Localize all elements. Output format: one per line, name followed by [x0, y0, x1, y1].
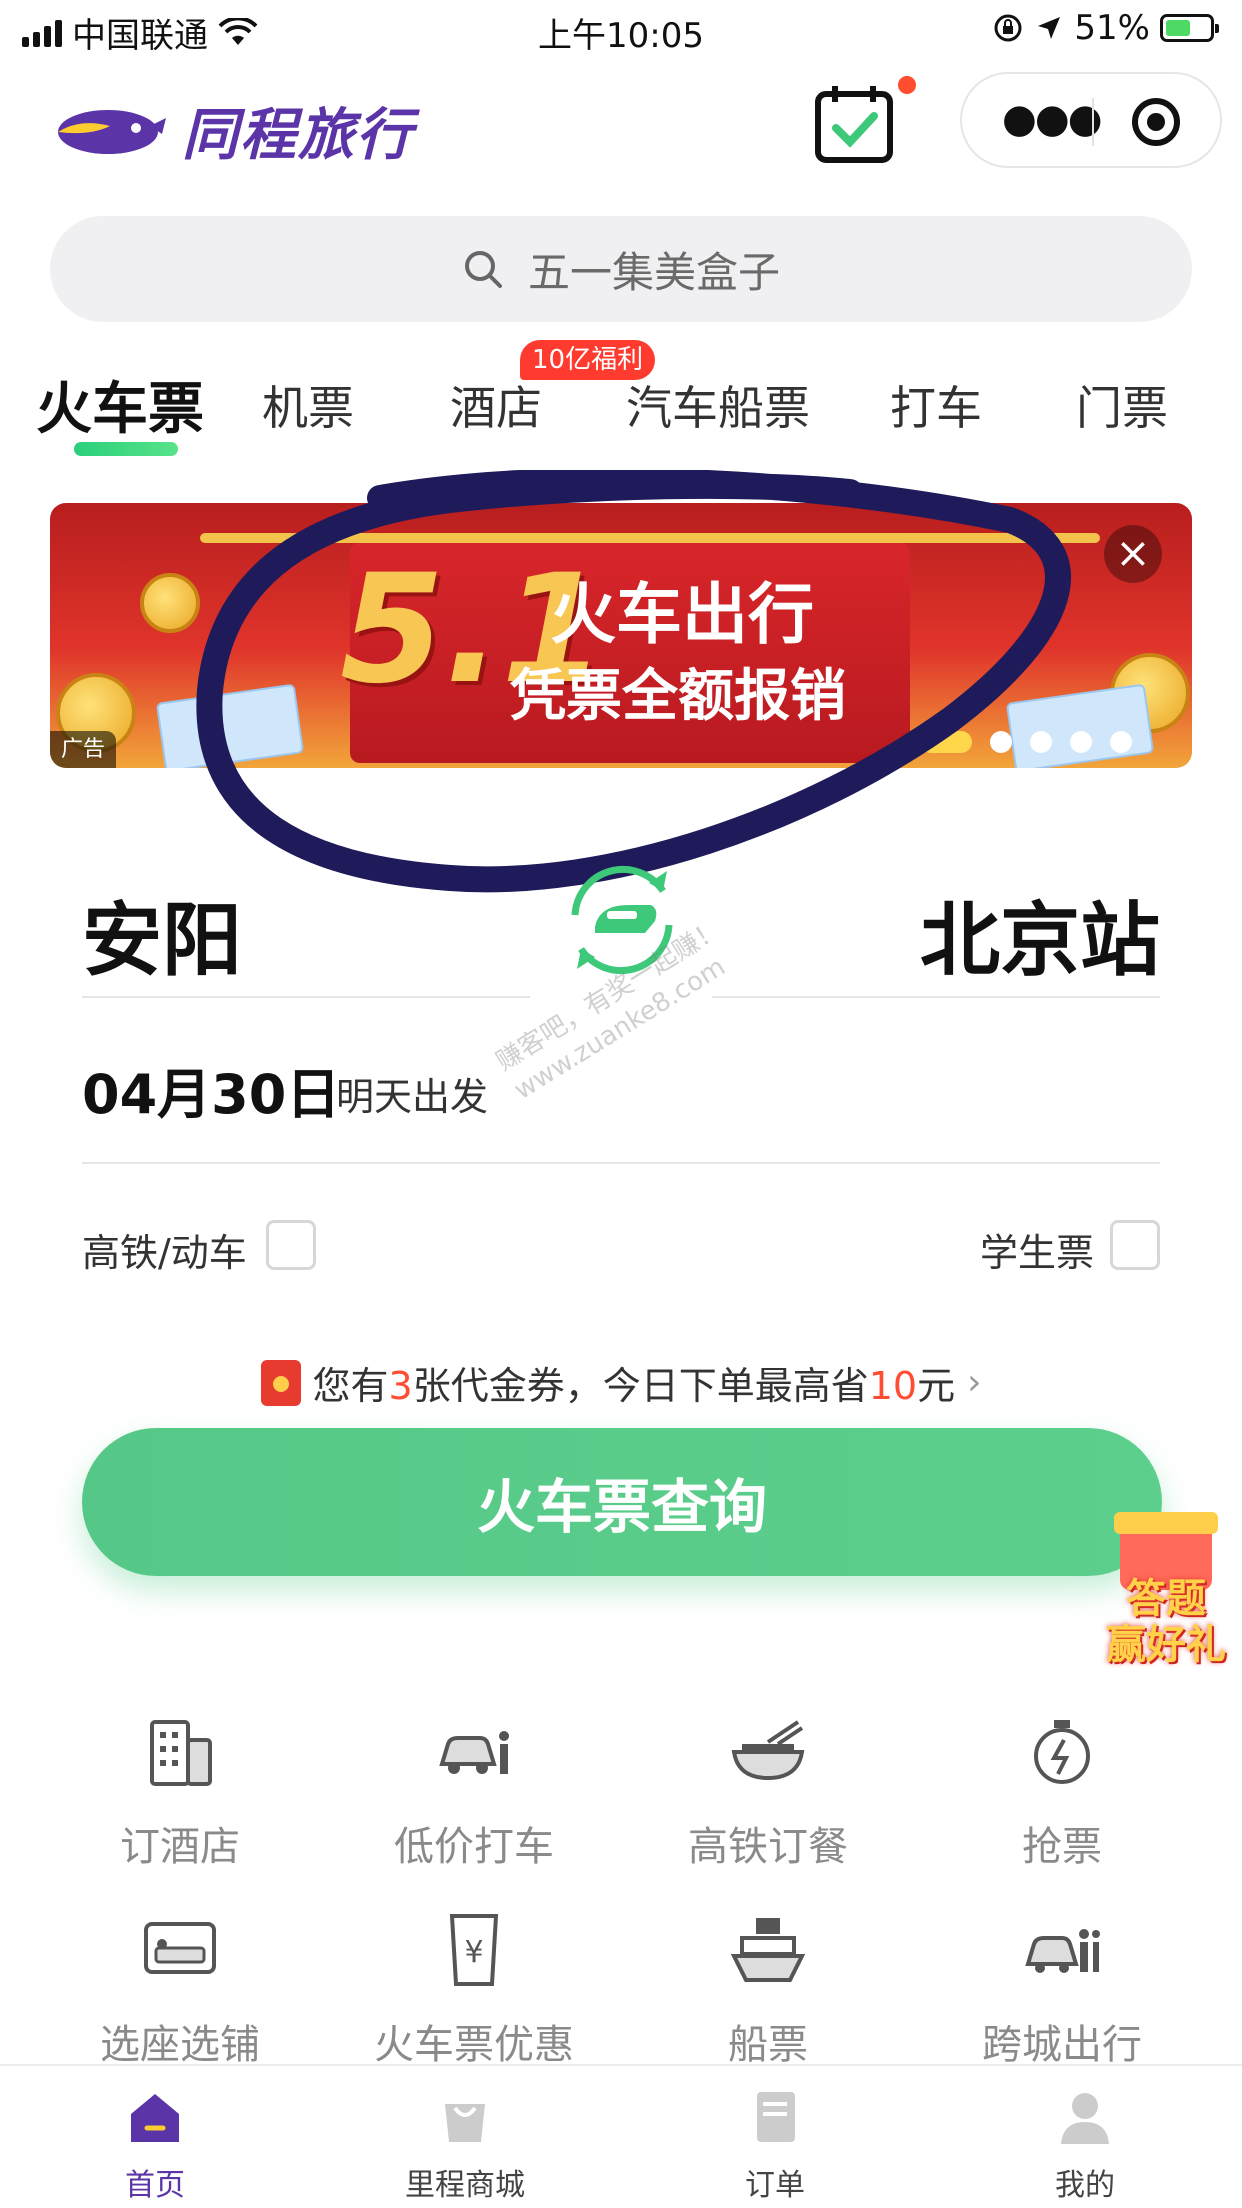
shopping-bag-icon — [445, 2104, 485, 2142]
divider — [82, 1162, 1160, 1164]
taxi-icon — [439, 1731, 509, 1774]
nav-orders[interactable]: 订单 — [675, 2088, 875, 2204]
nav-label: 首页 — [125, 2168, 185, 2203]
tab-taxi[interactable]: 打车 — [890, 372, 982, 438]
divider — [712, 996, 1160, 998]
search-bar[interactable]: 五一集美盒子 — [50, 216, 1192, 322]
service-label: 抢票 — [1022, 1824, 1102, 1870]
service-seat[interactable]: 选座选铺 — [30, 1910, 330, 2070]
rotation-lock-icon — [994, 14, 1022, 42]
student-ticket-checkbox[interactable] — [1110, 1220, 1160, 1270]
quiz-reward-float[interactable]: 答题 赢好礼 — [1090, 1512, 1242, 1680]
coupon-notice[interactable]: 您有3张代金券，今日下单最高省10元 › — [0, 1355, 1242, 1410]
brand-mascot-icon — [58, 109, 166, 154]
home-icon — [131, 2094, 179, 2142]
tab-bus-ship[interactable]: 汽车船票 — [626, 372, 810, 438]
coupon-text: 您有3张代金券，今日下单最高省10元 — [312, 1364, 956, 1408]
tab-train[interactable]: 火车票 — [36, 364, 204, 445]
service-meal[interactable]: 高铁订餐 — [618, 1712, 918, 1872]
service-grab-ticket[interactable]: 抢票 — [912, 1712, 1212, 1872]
coupon-amount: 10 — [868, 1364, 918, 1408]
status-bar: 中国联通 上午10:05 51% — [0, 0, 1242, 62]
brand-logo: 同程旅行 — [50, 90, 414, 171]
status-right: 51% — [992, 8, 1219, 48]
battery-icon — [1160, 14, 1219, 42]
meal-icon — [731, 1720, 805, 1781]
battery-percent: 51% — [1074, 8, 1150, 48]
close-banner-button[interactable]: × — [1104, 525, 1162, 583]
quiz-text: 答题 赢好礼 — [1106, 1576, 1226, 1668]
coupon-count: 3 — [388, 1364, 413, 1408]
tab-hotel[interactable]: 酒店 — [450, 372, 542, 438]
location-icon — [1038, 17, 1061, 39]
capsule-divider — [1092, 98, 1094, 146]
ship-icon — [730, 1918, 806, 1982]
departure-date[interactable]: 04月30日 — [82, 1050, 340, 1129]
service-hotel[interactable]: 订酒店 — [30, 1712, 330, 1872]
mini-program-capsule: ●●● — [960, 72, 1222, 168]
nav-mileage-mall[interactable]: 里程商城 — [365, 2088, 565, 2204]
ad-label: 广告 — [50, 731, 116, 768]
coupon-icon: ¥ — [449, 1914, 499, 1986]
close-mini-program-button[interactable] — [1132, 98, 1180, 146]
profile-icon — [1061, 2093, 1109, 2144]
search-placeholder: 五一集美盒子 — [527, 247, 780, 297]
nav-profile[interactable]: 我的 — [985, 2088, 1185, 2204]
search-icon — [464, 251, 502, 288]
service-label: 船票 — [728, 2022, 808, 2068]
service-label: 低价打车 — [394, 1824, 554, 1870]
departure-date-note: 明天出发 — [336, 1075, 489, 1119]
student-ticket-label: 学生票 — [980, 1231, 1095, 1275]
hotel-icon — [150, 1720, 212, 1786]
stopwatch-icon — [1034, 1720, 1090, 1784]
chevron-right-icon: › — [967, 1362, 982, 1403]
nav-label: 订单 — [745, 2168, 805, 2203]
service-label: 高铁订餐 — [688, 1824, 848, 1870]
service-label: 选座选铺 — [100, 2022, 260, 2068]
red-envelope-icon — [260, 1359, 301, 1406]
hand-drawn-circle-annotation — [196, 470, 1071, 893]
nav-label: 里程商城 — [405, 2168, 525, 2203]
more-menu-button[interactable]: ●●● — [1002, 96, 1103, 142]
high-speed-checkbox[interactable] — [266, 1220, 316, 1270]
brand-name: 同程旅行 — [182, 103, 414, 168]
seat-icon — [144, 1922, 216, 1974]
service-train-discount[interactable]: ¥ 火车票优惠 — [324, 1910, 624, 2070]
tab-tickets[interactable]: 门票 — [1076, 372, 1168, 438]
service-taxi[interactable]: 低价打车 — [324, 1712, 624, 1872]
service-label: 跨城出行 — [982, 2022, 1142, 2068]
orders-icon — [757, 2092, 795, 2142]
arrival-station[interactable]: 北京站 — [920, 876, 1160, 992]
high-speed-label: 高铁/动车 — [82, 1231, 247, 1275]
search-trains-button[interactable]: 火车票查询 — [82, 1428, 1162, 1576]
nav-home[interactable]: 首页 — [55, 2088, 255, 2204]
service-label: 订酒店 — [120, 1824, 240, 1870]
nav-label: 我的 — [1055, 2168, 1115, 2203]
service-label: 火车票优惠 — [374, 2022, 574, 2068]
departure-station[interactable]: 安阳 — [82, 876, 242, 992]
intercity-icon — [1025, 1929, 1100, 1973]
service-ship[interactable]: 船票 — [618, 1910, 918, 2070]
active-tab-indicator — [74, 442, 178, 456]
notification-dot — [898, 76, 916, 94]
tab-flight[interactable]: 机票 — [262, 372, 354, 438]
service-intercity[interactable]: 跨城出行 — [912, 1910, 1212, 2070]
svg-text:¥: ¥ — [464, 1935, 483, 1970]
checkin-calendar-icon[interactable] — [812, 84, 898, 164]
divider — [82, 996, 530, 998]
